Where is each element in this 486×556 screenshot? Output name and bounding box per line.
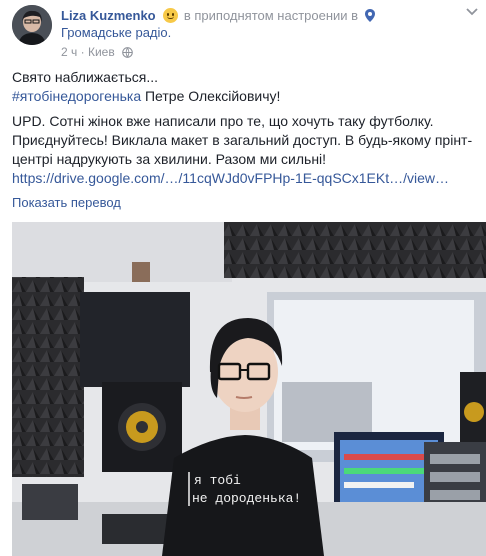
facebook-post: Liza Kuzmenko в приподнятом настроении в… bbox=[0, 0, 486, 556]
shirt-text-line-2: не дороденька! bbox=[192, 491, 301, 506]
location-pin-icon bbox=[364, 9, 375, 22]
smile-emoji-icon bbox=[163, 8, 179, 23]
shirt-text-line-1: я тобі bbox=[194, 473, 241, 488]
drive-link[interactable]: https://drive.google.com/…/11cqWJd0vFPHp… bbox=[12, 169, 482, 188]
chevron-down-icon[interactable] bbox=[466, 8, 478, 16]
show-translation-link[interactable]: Показать перевод bbox=[12, 195, 121, 210]
globe-icon[interactable] bbox=[122, 47, 133, 58]
post-location[interactable]: Киев bbox=[88, 45, 115, 59]
post-line-2: #ятобінедорогенька Петре Олексійовичу! bbox=[12, 87, 482, 106]
post-line-5: центрі надрукують за хвилини. Разом ми с… bbox=[12, 151, 327, 167]
post-meta: 2 ч · Киев bbox=[61, 45, 133, 59]
post-line-4: Приєднуйтесь! Виклала макет в загальний … bbox=[12, 132, 473, 148]
feeling-text: в приподнятом настроении в bbox=[183, 8, 359, 23]
hashtag-link[interactable]: #ятобінедорогенька bbox=[12, 88, 141, 104]
post-line-2-text: Петре Олексійовичу! bbox=[141, 88, 281, 104]
post-time[interactable]: 2 ч bbox=[61, 45, 77, 59]
place-link[interactable]: Громадське радіо. bbox=[61, 25, 171, 40]
meta-separator: · bbox=[80, 45, 85, 59]
avatar[interactable] bbox=[12, 5, 52, 45]
post-line-3: UPD. Сотні жінок вже написали про те, що… bbox=[12, 113, 434, 129]
author-name[interactable]: Liza Kuzmenko bbox=[61, 8, 156, 23]
post-header: Liza Kuzmenko в приподнятом настроении в bbox=[61, 7, 375, 24]
post-photo[interactable]: я тобі не дороденька! bbox=[12, 222, 486, 556]
post-line-1: Свято наближається... bbox=[12, 69, 159, 85]
